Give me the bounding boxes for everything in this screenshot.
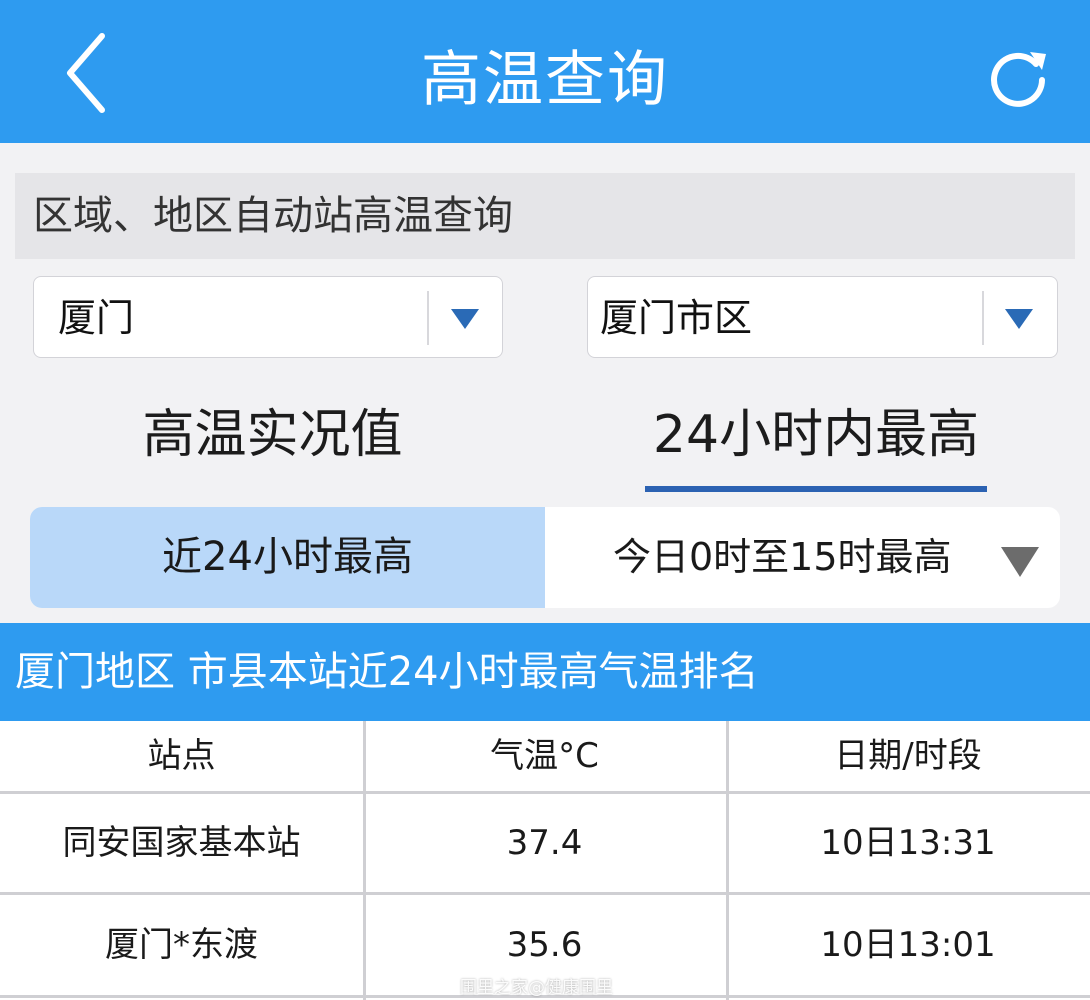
active-tab-indicator [645, 486, 987, 492]
region-select[interactable]: 厦门 [33, 276, 503, 358]
table-cell-station: 同安国家基本站 [62, 823, 301, 863]
watermark: 围里之家@健康围里 [460, 978, 613, 998]
select-divider [427, 291, 429, 345]
table-cell-datetime: 10日13:01 [820, 925, 996, 965]
segment-last-24h[interactable]: 近24小时最高 [30, 507, 545, 608]
ranking-title-bar: 厦门地区 市县本站近24小时最高气温排名 [0, 623, 1090, 721]
section-header: 区域、地区自动站高温查询 [15, 173, 1075, 259]
section-title: 区域、地区自动站高温查询 [33, 193, 513, 239]
table-header-temperature: 气温°C [490, 736, 599, 776]
table-header-datetime: 日期/时段 [834, 736, 982, 776]
ranking-title: 厦门地区 市县本站近24小时最高气温排名 [15, 649, 759, 695]
dropdown-arrow-icon [1005, 309, 1033, 329]
table-cell-temperature: 37.4 [506, 823, 583, 863]
table-header-station: 站点 [147, 736, 216, 776]
segment-today-0-15[interactable]: 今日0时至15时最高 [545, 507, 1060, 608]
region-select-value: 厦门 [58, 296, 135, 340]
district-select[interactable]: 厦门市区 [587, 276, 1058, 358]
select-divider [982, 291, 984, 345]
ranking-table: 站点 气温°C 日期/时段 同安国家基本站 37.4 10日13:31 厦门*东… [0, 721, 1090, 1000]
page-title: 高温查询 [421, 45, 669, 115]
district-select-value: 厦门市区 [600, 296, 753, 340]
refresh-icon [991, 52, 1046, 107]
segment-today-label: 今日0时至15时最高 [613, 535, 952, 579]
tab-realtime-high[interactable]: 高温实况值 [120, 395, 425, 475]
table-cell-datetime: 10日13:31 [820, 823, 996, 863]
table-cell-station: 厦门*东渡 [105, 925, 258, 965]
dropdown-arrow-icon [451, 309, 479, 329]
period-segment: 近24小时最高 今日0时至15时最高 [30, 507, 1060, 608]
refresh-button[interactable] [978, 40, 1058, 120]
tab-24h-max[interactable]: 24小时内最高 [628, 395, 1004, 475]
dropdown-arrow-icon [1001, 547, 1039, 577]
